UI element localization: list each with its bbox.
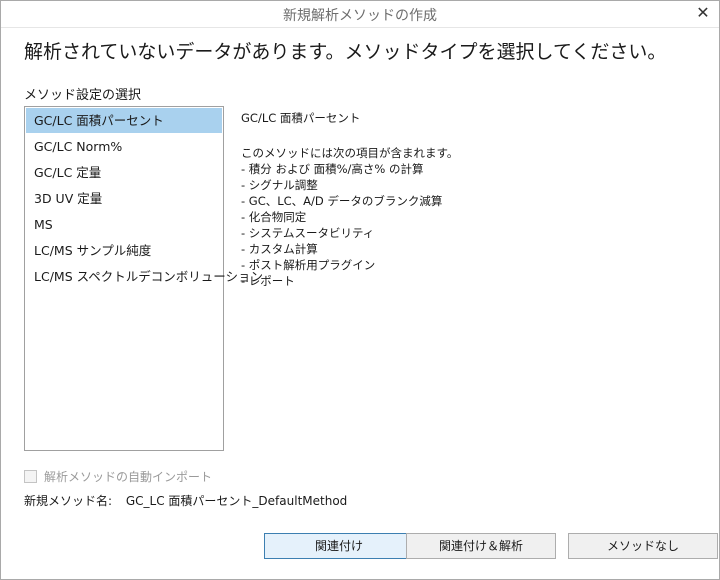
description-line: このメソッドには次の項目が含まれます。 [241, 146, 459, 160]
list-item-gc-lc-norm-percent[interactable]: GC/LC Norm% [26, 134, 222, 159]
method-type-list[interactable]: GC/LC 面積パーセント GC/LC Norm% GC/LC 定量 3D UV… [24, 106, 263, 451]
description-line: - 化合物同定 [241, 210, 307, 224]
auto-import-option: 解析メソッドの自動インポート [24, 468, 212, 485]
list-item-3d-uv-quant[interactable]: 3D UV 定量 [26, 186, 222, 211]
new-method-name-label: 新規メソッド名: [24, 494, 113, 508]
associate-and-analyze-button[interactable]: 関連付け＆解析 [406, 533, 556, 559]
description-line: - カスタム計算 [241, 242, 318, 256]
auto-import-label: 解析メソッドの自動インポート [44, 470, 213, 484]
new-method-name-row: 新規メソッド名: GC_LC 面積パーセント_DefaultMethod [24, 492, 347, 509]
close-icon[interactable]: ✕ [693, 3, 713, 23]
description-line: - 積分 および 面積%/高さ% の計算 [241, 162, 424, 176]
description-line: - シグナル調整 [241, 178, 318, 192]
method-description-panel: GC/LC 面積パーセント このメソッドには次の項目が含まれます。 - 積分 お… [241, 110, 701, 289]
description-line: - レポート [241, 274, 295, 288]
list-item-lc-ms-deconvolution[interactable]: LC/MS スペクトルデコンボリューション [26, 264, 263, 289]
description-line: - GC、LC、A/D データのブランク減算 [241, 194, 443, 208]
new-method-name-value: GC_LC 面積パーセント_DefaultMethod [125, 494, 348, 508]
list-item-gc-lc-area-percent[interactable]: GC/LC 面積パーセント [26, 108, 222, 133]
list-item-lc-ms-sample-purity[interactable]: LC/MS サンプル純度 [26, 238, 222, 263]
auto-import-checkbox [24, 470, 37, 483]
associate-button[interactable]: 関連付け [264, 533, 414, 559]
description-line: - システムスータビリティ [241, 226, 375, 240]
list-item-gc-lc-quant[interactable]: GC/LC 定量 [26, 160, 222, 185]
method-list-label: メソッド設定の選択 [24, 88, 142, 103]
window-title: 新規解析メソッドの作成 [283, 8, 437, 24]
no-method-button[interactable]: メソッドなし [568, 533, 718, 559]
dialog-window: 新規解析メソッドの作成 ✕ 解析されていないデータがあります。メソッドタイプを選… [0, 0, 720, 580]
description-lines: このメソッドには次の項目が含まれます。 - 積分 および 面積%/高さ% の計算… [241, 145, 701, 289]
description-title: GC/LC 面積パーセント [241, 111, 361, 125]
title-bar[interactable]: 新規解析メソッドの作成 ✕ [1, 1, 719, 28]
instruction-headline: 解析されていないデータがあります。メソッドタイプを選択してください。 [24, 41, 667, 63]
list-item-ms[interactable]: MS [26, 212, 222, 237]
description-line: - ポスト解析用プラグイン [241, 258, 376, 272]
